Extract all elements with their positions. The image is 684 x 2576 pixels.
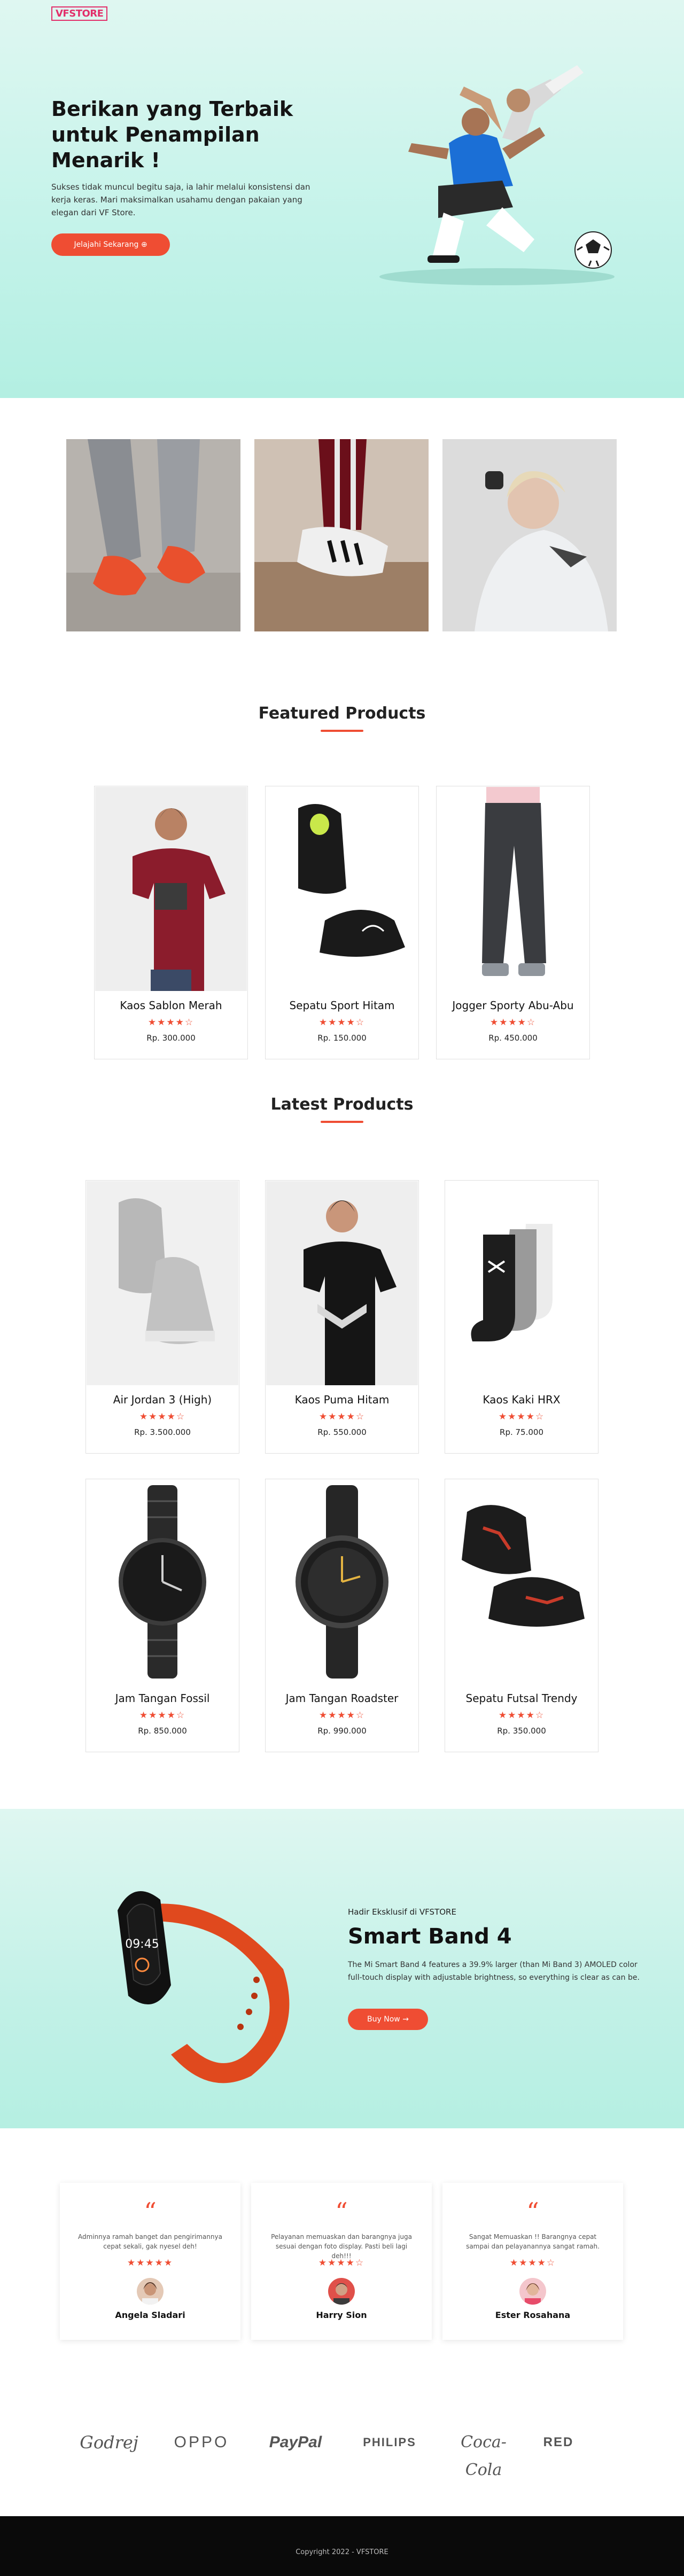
product-name: Air Jordan 3 (High)	[113, 1393, 212, 1406]
product-price: Rp. 150.000	[317, 1033, 367, 1043]
latest-products-title: Latest Products	[270, 1095, 414, 1114]
product-price: Rp. 990.000	[317, 1726, 367, 1736]
gallery-image-red-sneakers	[66, 439, 240, 631]
gallery-image-woman-hoodie	[442, 439, 617, 631]
product-rating: ★★★★☆	[139, 1411, 186, 1422]
svg-text:09:45: 09:45	[125, 1938, 159, 1951]
product-name: Sepatu Sport Hitam	[289, 999, 395, 1012]
brand-logo-coca-cola: Coca-Cola	[461, 2433, 507, 2479]
featured-title-underline	[321, 730, 363, 732]
brand-logo-philips: PHILIPS	[363, 2436, 416, 2449]
product-image-black-sport-shoes	[266, 787, 418, 991]
testimonial-rating: ★★★★★	[127, 2258, 174, 2268]
testimonial-name: Angela Sladari	[115, 2310, 185, 2320]
avatar	[137, 2278, 164, 2305]
testimonial-card: “ Adminnya ramah banget dan pengirimanny…	[60, 2183, 240, 2340]
testimonial-rating: ★★★★☆	[318, 2258, 365, 2268]
product-card[interactable]: Kaos Sablon Merah ★★★★☆ Rp. 300.000	[94, 786, 248, 1059]
promo-title: Smart Band 4	[348, 1924, 512, 1949]
testimonial-rating: ★★★★☆	[509, 2258, 556, 2268]
product-image-red-tshirt	[95, 787, 247, 991]
product-rating: ★★★★☆	[489, 1017, 537, 1028]
product-rating: ★★★★☆	[318, 1411, 366, 1422]
testimonial-name: Harry Sion	[316, 2310, 367, 2320]
product-image-puma-black-tshirt	[266, 1181, 418, 1385]
footer: Copyright 2022 - VFSTORE	[0, 2516, 684, 2576]
product-name: Jam Tangan Fossil	[115, 1692, 210, 1705]
product-name: Kaos Puma Hitam	[294, 1393, 390, 1406]
football-players-image	[342, 63, 641, 287]
product-image-air-jordan-3	[87, 1181, 238, 1385]
avatar	[328, 2278, 355, 2305]
product-rating: ★★★★☆	[318, 1710, 366, 1721]
hero-section: VFSTORE Berikan yang Terbaik untuk Penam…	[0, 0, 684, 398]
product-price: Rp. 450.000	[488, 1033, 538, 1043]
product-image-futsal-shoes	[446, 1480, 597, 1684]
product-price: Rp. 75.000	[500, 1427, 543, 1437]
testimonial-name: Ester Rosahana	[495, 2310, 571, 2320]
quote-icon: “	[526, 2197, 539, 2226]
promo-section: 09:45 Hadir Eksklusif di VFSTORE Smart B…	[0, 1809, 684, 2128]
product-card[interactable]: Kaos Kaki HRX ★★★★☆ Rp. 75.000	[445, 1180, 598, 1454]
testimonial-text: Adminnya ramah banget dan pengirimannya …	[78, 2233, 222, 2250]
product-price: Rp. 850.000	[138, 1726, 187, 1736]
product-image-fossil-watch	[87, 1480, 238, 1684]
avatar	[519, 2278, 546, 2305]
product-name: Sepatu Futsal Trendy	[465, 1692, 578, 1705]
hero-description: Sukses tidak muncul begitu saja, ia lahi…	[51, 182, 310, 217]
latest-title-underline	[321, 1121, 363, 1123]
product-card[interactable]: Sepatu Futsal Trendy ★★★★☆ Rp. 350.000	[445, 1479, 598, 1752]
footer-copyright: Copyright 2022 - VFSTORE	[296, 2548, 388, 2556]
testimonial-text: Pelayanan memuaskan dan barangnya juga s…	[271, 2233, 412, 2260]
product-rating: ★★★★☆	[147, 1017, 195, 1028]
gallery-image-adidas-shoe	[254, 439, 429, 631]
product-card[interactable]: Sepatu Sport Hitam ★★★★☆ Rp. 150.000	[265, 786, 419, 1059]
hero-title: Berikan yang Terbaik untuk Penampilan Me…	[51, 97, 293, 172]
product-price: Rp. 550.000	[317, 1427, 367, 1437]
product-rating: ★★★★☆	[498, 1710, 545, 1721]
product-card[interactable]: Kaos Puma Hitam ★★★★☆ Rp. 550.000	[265, 1180, 419, 1454]
quote-icon: “	[335, 2197, 348, 2226]
promo-description: The Mi Smart Band 4 features a 39.9% lar…	[348, 1961, 640, 1982]
product-name: Kaos Sablon Merah	[120, 999, 222, 1012]
product-rating: ★★★★☆	[498, 1411, 545, 1422]
product-card[interactable]: Jam Tangan Roadster ★★★★☆ Rp. 990.000	[265, 1479, 419, 1752]
product-card[interactable]: Jogger Sporty Abu-Abu ★★★★☆ Rp. 450.000	[436, 786, 590, 1059]
smart-band-image: 09:45	[96, 1841, 321, 2097]
explore-now-button[interactable]: Jelajahi Sekarang ⊕	[51, 233, 170, 256]
product-image-grey-jogger	[437, 787, 589, 991]
product-image-hrx-socks	[446, 1181, 597, 1385]
brand-logo-godrej: Godrej	[80, 2432, 138, 2453]
testimonial-card: “ Sangat Memuaskan !! Barangnya cepat sa…	[442, 2183, 623, 2340]
featured-products-title: Featured Products	[258, 704, 426, 723]
site-logo[interactable]: VFSTORE	[51, 6, 108, 21]
product-price: Rp. 300.000	[146, 1033, 196, 1043]
product-name: Jam Tangan Roadster	[285, 1692, 399, 1705]
product-price: Rp. 350.000	[497, 1726, 546, 1736]
brand-logo-oppo: OPPO	[174, 2433, 229, 2451]
product-rating: ★★★★☆	[139, 1710, 186, 1721]
product-card[interactable]: Jam Tangan Fossil ★★★★☆ Rp. 850.000	[86, 1479, 239, 1752]
product-rating: ★★★★☆	[318, 1017, 366, 1028]
brand-logo-red: RED	[543, 2435, 574, 2449]
buy-now-button[interactable]: Buy Now →	[348, 2009, 428, 2030]
testimonial-card: “ Pelayanan memuaskan dan barangnya juga…	[251, 2183, 432, 2340]
product-name: Kaos Kaki HRX	[483, 1393, 561, 1406]
product-name: Jogger Sporty Abu-Abu	[452, 999, 574, 1012]
product-price: Rp. 3.500.000	[134, 1427, 191, 1437]
quote-icon: “	[144, 2197, 157, 2226]
product-card[interactable]: Air Jordan 3 (High) ★★★★☆ Rp. 3.500.000	[86, 1180, 239, 1454]
testimonial-text: Sangat Memuaskan !! Barangnya cepat samp…	[466, 2233, 600, 2250]
brand-logo-paypal: PayPal	[269, 2433, 322, 2451]
promo-subtitle: Hadir Eksklusif di VFSTORE	[348, 1907, 456, 1917]
product-image-roadster-watch	[266, 1480, 418, 1684]
